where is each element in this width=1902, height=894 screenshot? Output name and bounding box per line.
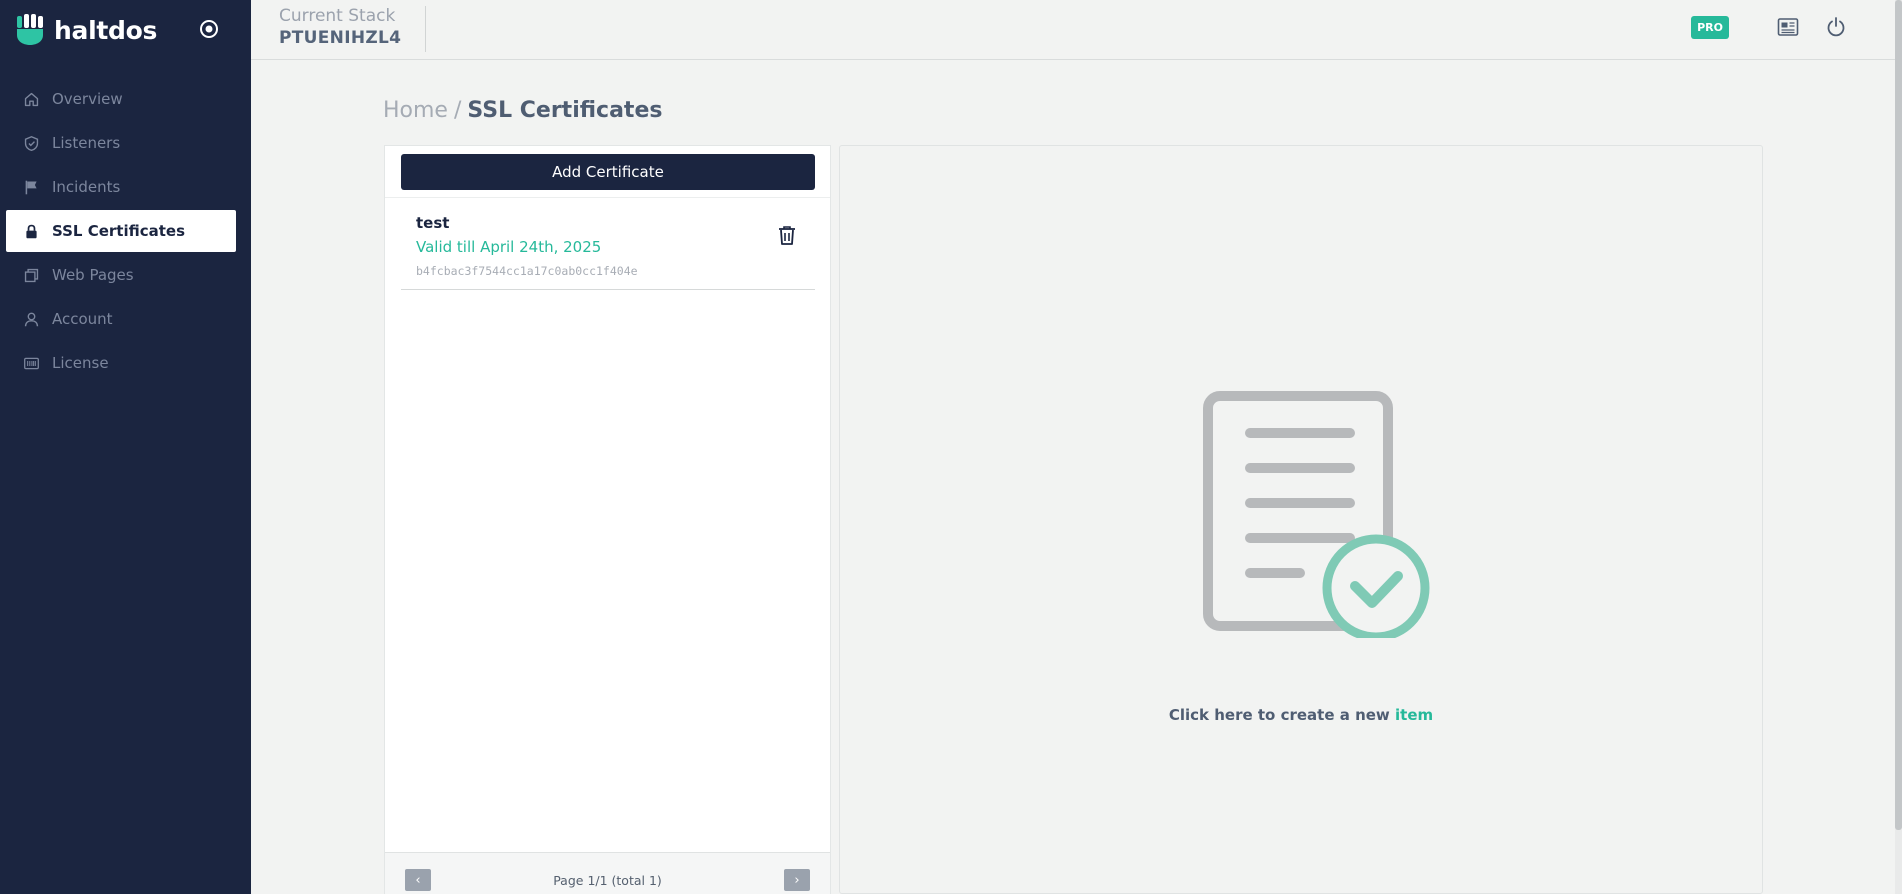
sidebar-item-label: Account bbox=[52, 310, 113, 328]
sidebar-item-overview[interactable]: Overview bbox=[6, 78, 236, 120]
topbar: Current Stack PTUENIHZL4 PRO bbox=[251, 0, 1897, 60]
news-icon[interactable] bbox=[1775, 14, 1801, 40]
sidebar-item-account[interactable]: Account bbox=[6, 298, 236, 340]
sidebar-item-license[interactable]: License bbox=[6, 342, 236, 384]
breadcrumb: Home / SSL Certificates bbox=[383, 98, 662, 123]
shield-check-icon bbox=[22, 134, 40, 152]
user-icon bbox=[22, 310, 40, 328]
sidebar-item-incidents[interactable]: Incidents bbox=[6, 166, 236, 208]
create-item-panel[interactable]: Click here to create a new item bbox=[839, 145, 1763, 894]
breadcrumb-separator: / bbox=[453, 98, 462, 123]
add-certificate-button[interactable]: Add Certificate bbox=[401, 154, 815, 190]
sidebar-item-label: SSL Certificates bbox=[52, 222, 186, 240]
brand[interactable]: haltdos bbox=[16, 12, 157, 48]
sidebar-item-label: Listeners bbox=[52, 134, 121, 152]
brand-name: haltdos bbox=[54, 15, 158, 45]
next-page-button[interactable]: › bbox=[784, 869, 810, 891]
sidebar-item-web-pages[interactable]: Web Pages bbox=[6, 254, 236, 296]
sidebar-item-label: Incidents bbox=[52, 178, 121, 196]
top-actions: PRO bbox=[1691, 14, 1849, 40]
stack-value: PTUENIHZL4 bbox=[279, 28, 402, 48]
flag-icon bbox=[22, 178, 40, 196]
list-item[interactable]: test Valid till April 24th, 2025 b4fcbac… bbox=[401, 198, 815, 290]
stack-label: Current Stack bbox=[279, 6, 396, 26]
scrollbar-thumb[interactable] bbox=[1895, 0, 1902, 830]
page-indicator: Page 1/1 (total 1) bbox=[553, 873, 662, 888]
sidebar-nav: Overview Listeners Incidents SSL Certifi… bbox=[6, 78, 236, 386]
create-item-prompt[interactable]: Click here to create a new item bbox=[840, 706, 1762, 724]
target-icon bbox=[200, 20, 218, 38]
windows-icon bbox=[22, 266, 40, 284]
home-icon bbox=[22, 90, 40, 108]
page-title: SSL Certificates bbox=[467, 98, 663, 123]
certificate-hash: b4fcbac3f7544cc1a17c0ab0cc1f404e bbox=[416, 264, 638, 278]
lock-icon bbox=[22, 222, 40, 240]
create-item-text: Click here to create a new bbox=[1168, 706, 1396, 724]
create-item-link[interactable]: item bbox=[1395, 706, 1433, 724]
sidebar-item-ssl-certificates[interactable]: SSL Certificates bbox=[6, 210, 236, 252]
certificate-check-icon bbox=[1203, 391, 1430, 638]
certificate-list-panel: Add Certificate test Valid till April 24… bbox=[384, 145, 831, 894]
haltdos-logo-icon bbox=[17, 14, 43, 45]
sidebar-item-label: Web Pages bbox=[52, 266, 134, 284]
current-stack[interactable]: Current Stack PTUENIHZL4 bbox=[279, 6, 427, 52]
power-icon[interactable] bbox=[1823, 14, 1849, 40]
sidebar: haltdos Overview Listeners Incidents SSL… bbox=[0, 0, 251, 894]
page-scrollbar[interactable] bbox=[1895, 0, 1902, 894]
sidebar-item-label: License bbox=[52, 354, 109, 372]
sidebar-item-listeners[interactable]: Listeners bbox=[6, 122, 236, 164]
pro-badge: PRO bbox=[1691, 15, 1729, 39]
trash-icon[interactable] bbox=[775, 222, 799, 248]
certificate-validity: Valid till April 24th, 2025 bbox=[416, 238, 602, 256]
pagination: ‹ Page 1/1 (total 1) › bbox=[385, 852, 830, 894]
breadcrumb-home[interactable]: Home bbox=[383, 98, 448, 123]
certificate-name: test bbox=[416, 214, 450, 232]
sidebar-item-label: Overview bbox=[52, 90, 123, 108]
collapse-sidebar-button[interactable] bbox=[196, 16, 222, 42]
barcode-icon bbox=[22, 354, 40, 372]
